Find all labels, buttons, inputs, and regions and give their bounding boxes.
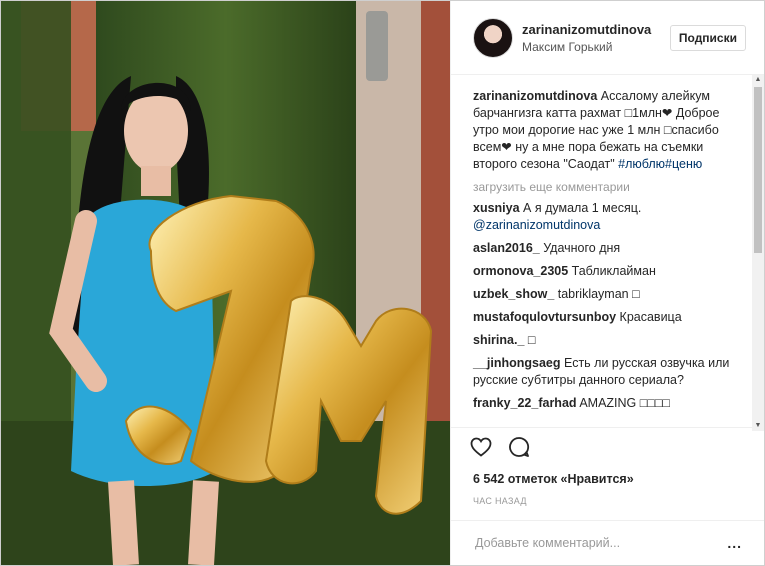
post-caption: zarinanizomutdinova Ассалому алейкум бар… [473, 88, 742, 173]
comment: shirina._ □ [473, 332, 742, 349]
comment-username[interactable]: mustafoqulovtursunboy [473, 310, 616, 324]
comment: franky_22_farhad AMAZING □□□□ [473, 395, 742, 412]
comment-icon[interactable] [507, 435, 531, 464]
comment: aslan2016_ Удачного дня [473, 240, 742, 257]
comment: xusniya А я думала 1 месяц. @zarinanizom… [473, 200, 742, 234]
avatar[interactable] [473, 17, 513, 58]
caption-hashtags[interactable]: #люблю#ценю [618, 157, 702, 171]
comment: ormonova_2305 Табликлайман [473, 263, 742, 280]
comment: mustafoqulovtursunboy Красавица [473, 309, 742, 326]
comment-mention[interactable]: @zarinanizomutdinova [473, 218, 600, 232]
following-button[interactable]: Подписки [669, 24, 746, 51]
comment-text: □ [524, 333, 536, 347]
comment-text: А я думала 1 месяц. [519, 201, 642, 215]
comment-text: AMAZING □□□□ [576, 396, 670, 410]
scrollbar-thumb[interactable] [754, 87, 762, 253]
post-photo[interactable] [1, 1, 450, 565]
comment: uzbek_show_ tabriklayman □ [473, 286, 742, 303]
comment-text: tabriklayman □ [554, 287, 640, 301]
author-block: zarinanizomutdinova Максим Горький [522, 22, 670, 54]
post-location[interactable]: Максим Горький [522, 40, 670, 54]
comment-username[interactable]: franky_22_farhad [473, 396, 577, 410]
comment-text: Удачного дня [539, 241, 621, 255]
more-options-icon[interactable]: ... [727, 535, 742, 551]
comment: __jinhongsaeg Есть ли русская озвучка ил… [473, 355, 742, 389]
scroll-down-arrow-icon[interactable]: ▼ [754, 422, 762, 430]
comment-text: Табликлайман [568, 264, 656, 278]
post-timestamp: час назад [473, 496, 527, 506]
post-window: zarinanizomutdinova Максим Горький Подпи… [0, 0, 765, 566]
post-header: zarinanizomutdinova Максим Горький Подпи… [451, 1, 764, 75]
likes-count[interactable]: 6 542 отметок «Нравится» [451, 472, 764, 486]
post-actions [451, 427, 764, 470]
photo-image [1, 1, 450, 565]
comment-username[interactable]: __jinhongsaeg [473, 356, 561, 370]
comment-username[interactable]: ormonova_2305 [473, 264, 568, 278]
comments-list[interactable]: zarinanizomutdinova Ассалому алейкум бар… [451, 75, 764, 427]
author-username[interactable]: zarinanizomutdinova [522, 22, 670, 37]
comment-username[interactable]: xusniya [473, 201, 520, 215]
scroll-up-arrow-icon[interactable]: ▲ [754, 76, 762, 84]
comment-username[interactable]: aslan2016_ [473, 241, 540, 255]
caption-username[interactable]: zarinanizomutdinova [473, 89, 597, 103]
comment-username[interactable]: shirina._ [473, 333, 524, 347]
add-comment-input[interactable] [473, 535, 717, 551]
comment-text: Красавица [616, 310, 682, 324]
comments-scrollbar[interactable]: ▲ ▼ [752, 75, 764, 431]
heart-icon[interactable] [469, 435, 493, 464]
add-comment-bar: ... [451, 520, 764, 565]
load-more-comments-link[interactable]: загрузить еще комментарии [473, 180, 742, 194]
post-sidebar: zarinanizomutdinova Максим Горький Подпи… [450, 1, 764, 565]
comment-username[interactable]: uzbek_show_ [473, 287, 554, 301]
